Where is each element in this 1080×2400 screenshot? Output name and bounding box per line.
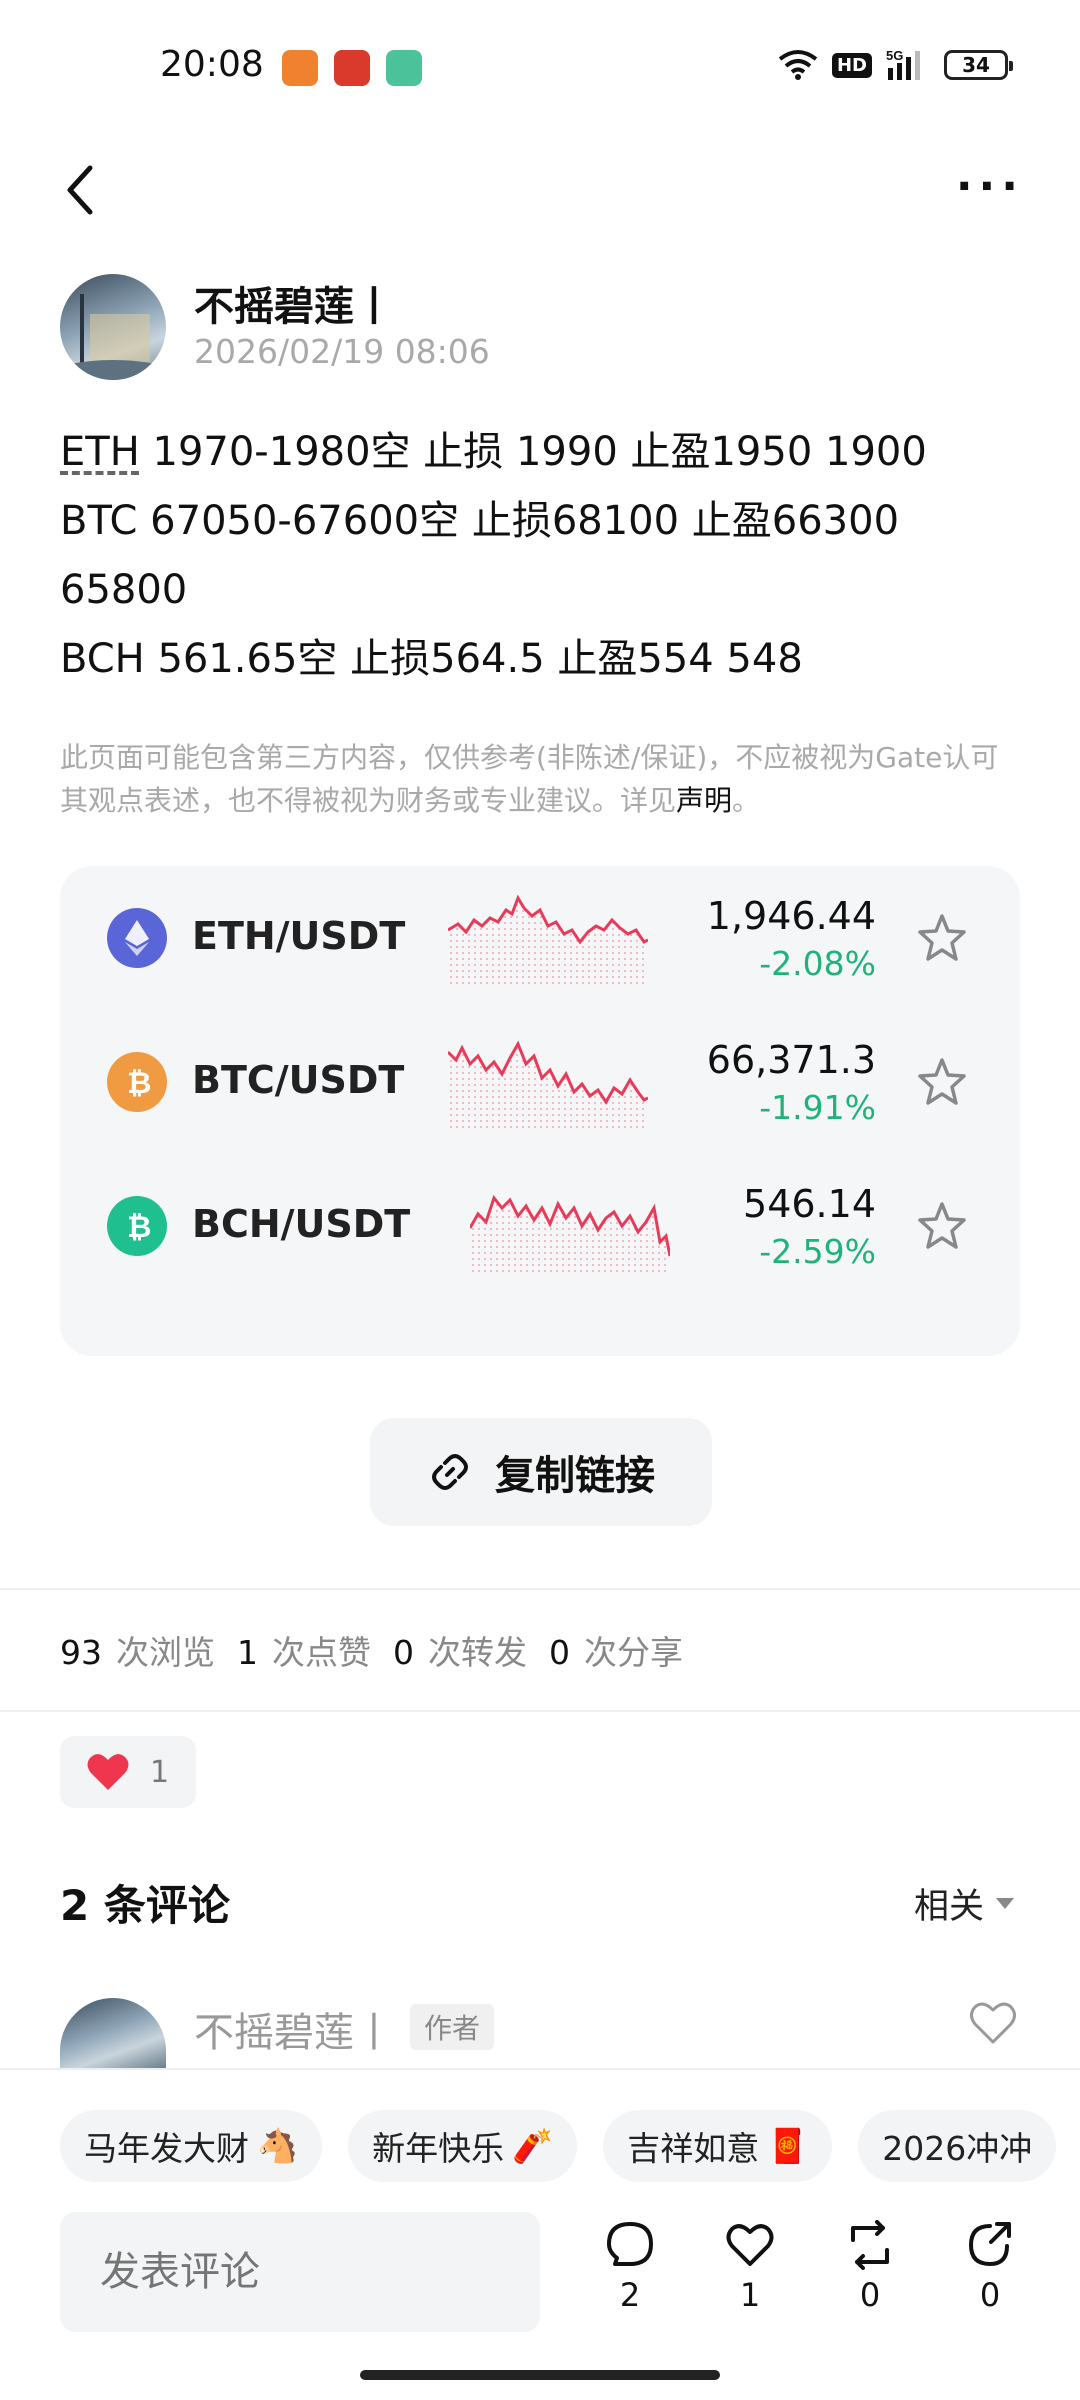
market-row-bch[interactable]: ₿ BCH/USDT 546.14 -2.59% (60, 1154, 1020, 1298)
disclaimer-link[interactable]: 声明 (676, 784, 732, 817)
quick-reply-chip[interactable]: 吉祥如意 🧧 (603, 2110, 833, 2182)
comment-like-icon[interactable] (968, 2000, 1018, 2046)
svg-text:₿: ₿ (127, 1211, 151, 1244)
sparkline-eth (448, 894, 648, 986)
pair-label: BTC/USDT (192, 1058, 405, 1102)
sort-dropdown[interactable]: 相关 (914, 1878, 1014, 1929)
dollar-app-icon (386, 50, 422, 86)
bch-icon: ₿ (107, 1196, 167, 1256)
price-change: -2.59% (759, 1232, 876, 1271)
bottom-bar: 马年发大财🐴 新年快乐🧨 吉祥如意🧧 2026冲冲 2 1 0 0 (0, 2068, 1080, 2400)
post-line-3: BCH 561.65空 止损564.5 止盈554 548 (60, 636, 803, 682)
star-icon[interactable] (914, 910, 970, 966)
red-envelope-icon: 🧧 (767, 2126, 809, 2165)
repost-action[interactable]: 0 (830, 2218, 910, 2314)
comments-title: 2 条评论 (60, 1881, 230, 1930)
btc-icon: ₿ (107, 1052, 167, 1112)
heart-reaction[interactable]: 1 (60, 1736, 196, 1808)
price: 66,371.3 (706, 1038, 876, 1082)
copy-link-button[interactable]: 复制链接 (370, 1418, 712, 1526)
status-indicators: HD 5G 34 (778, 48, 1013, 82)
stat-reposts: 0 次转发 (393, 1633, 527, 1672)
divider (0, 1710, 1080, 1712)
caret-down-icon (996, 1898, 1014, 1909)
battery-icon: 34 (944, 50, 1013, 80)
repost-count: 0 (859, 2276, 881, 2314)
sparkline-btc (448, 1040, 648, 1130)
repost-icon (851, 2220, 889, 2270)
more-options-button[interactable]: ··· (956, 165, 1024, 209)
stat-shares: 0 次分享 (549, 1633, 683, 1672)
app-badge-icon (334, 50, 370, 86)
market-row-btc[interactable]: ₿ BTC/USDT 66,371.3 -1.91% (60, 1010, 1020, 1154)
reaction-count: 1 (150, 1754, 170, 1790)
hd-badge: HD (831, 52, 872, 78)
sparkline-bch (470, 1194, 670, 1274)
market-row-eth[interactable]: ETH/USDT 1,946.44 -2.08% (60, 866, 1020, 1010)
pair-label: ETH/USDT (192, 914, 406, 958)
horse-icon: 🐴 (257, 2126, 299, 2165)
market-card: ETH/USDT 1,946.44 -2.08% ₿ BTC/USDT 66,3… (60, 866, 1020, 1356)
heart-outline-icon (726, 2224, 774, 2266)
post-body: ETH 1970-1980空 止损 1990 止盈1950 1900 BTC 6… (60, 418, 1020, 694)
link-icon (432, 1454, 468, 1490)
share-count: 0 (979, 2276, 1001, 2314)
svg-text:₿: ₿ (127, 1067, 151, 1100)
wifi-icon (778, 50, 818, 80)
post-line-1: ETH 1970-1980空 止损 1990 止盈1950 1900 (60, 418, 1020, 487)
commenter-name[interactable]: 不摇碧莲丨 (194, 2000, 394, 2058)
divider (0, 1588, 1080, 1590)
uc-browser-icon (282, 50, 318, 86)
like-count: 1 (739, 2276, 761, 2314)
signal-icon: 5G (886, 48, 920, 80)
star-icon[interactable] (914, 1054, 970, 1110)
home-indicator[interactable] (360, 2370, 720, 2380)
stat-views: 93 次浏览 (60, 1633, 215, 1672)
firecracker-icon: 🧨 (512, 2126, 554, 2165)
stat-likes: 1 次点赞 (237, 1633, 371, 1672)
author-avatar[interactable] (60, 274, 166, 380)
status-time: 20:08 (160, 44, 264, 85)
price: 546.14 (743, 1182, 876, 1226)
star-icon[interactable] (914, 1198, 970, 1254)
price: 1,946.44 (706, 894, 876, 938)
author-tag: 作者 (410, 2004, 495, 2050)
back-button[interactable] (56, 160, 106, 220)
disclaimer-tail: 。 (732, 784, 761, 817)
commenter-avatar[interactable] (60, 1998, 166, 2068)
quick-reply-chips: 马年发大财 🐴 新年快乐 🧨 吉祥如意 🧧 2026冲冲 (0, 2070, 1080, 2220)
post-line-2: BTC 67050-67600空 止损68100 止盈66300 65800 (60, 498, 900, 613)
price-change: -1.91% (759, 1088, 876, 1127)
like-action[interactable]: 1 (710, 2218, 790, 2314)
author-name[interactable]: 不摇碧莲丨 (194, 274, 394, 332)
disclaimer-text: 此页面可能包含第三方内容，仅供参考(非陈述/保证)，不应被视为Gate认可其观点… (60, 741, 999, 817)
svg-text:5G: 5G (886, 48, 903, 63)
status-bar: 20:08 HD 5G 34 (0, 0, 1080, 135)
price-change: -2.08% (759, 944, 876, 983)
eth-tag[interactable]: ETH (60, 429, 140, 475)
comment-input[interactable] (60, 2212, 540, 2332)
post-line-1-text: 1970-1980空 止损 1990 止盈1950 1900 (139, 429, 927, 475)
post-stats: 93 次浏览 1 次点赞 0 次转发 0 次分享 (60, 1626, 683, 1674)
disclaimer: 此页面可能包含第三方内容，仅供参考(非陈述/保证)，不应被视为Gate认可其观点… (60, 736, 1020, 822)
heart-icon (87, 1754, 129, 1790)
sort-label: 相关 (913, 1887, 984, 1927)
quick-reply-chip[interactable]: 新年快乐 🧨 (348, 2110, 578, 2182)
pair-label: BCH/USDT (192, 1202, 411, 1246)
comment-action[interactable]: 2 (590, 2218, 670, 2314)
share-action[interactable]: 0 (950, 2218, 1030, 2314)
share-icon (968, 2222, 1011, 2267)
copy-link-label: 复制链接 (495, 1453, 655, 1499)
comment-icon (607, 2222, 653, 2266)
eth-icon (107, 908, 167, 968)
comment-count: 2 (619, 2276, 641, 2314)
quick-reply-chip[interactable]: 马年发大财 🐴 (60, 2110, 323, 2182)
post-date: 2026/02/19 08:06 (194, 332, 490, 371)
quick-reply-chip[interactable]: 2026冲冲 (858, 2110, 1057, 2182)
